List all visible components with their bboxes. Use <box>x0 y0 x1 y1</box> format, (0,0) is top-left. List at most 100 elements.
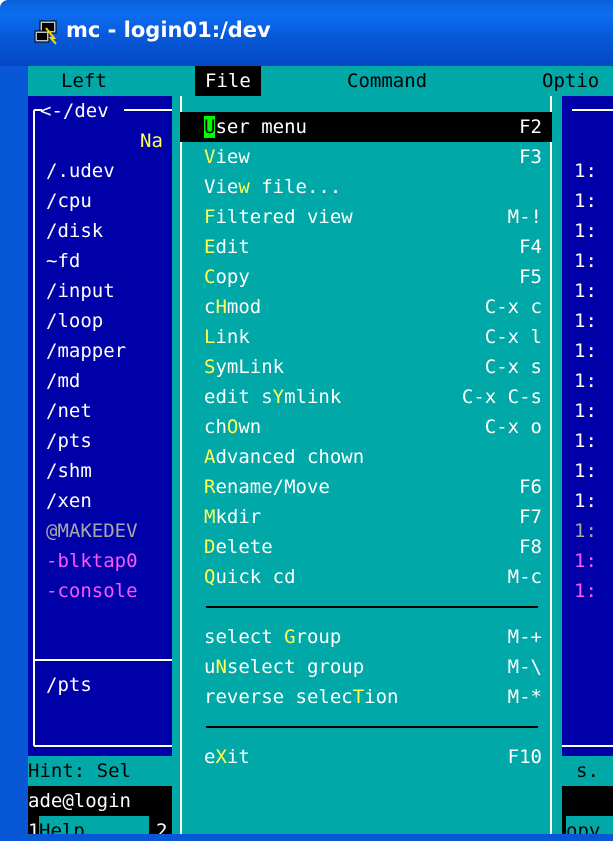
menu-left[interactable]: Left <box>61 66 107 96</box>
right-panel-entry[interactable]: 1: <box>574 396 597 426</box>
menu-item-label-post: ion <box>364 686 399 708</box>
menu-item-shortcut: F7 <box>519 506 542 528</box>
menu-item-symlink[interactable]: SymLink C-x s <box>180 352 552 382</box>
menu-item-shortcut: F4 <box>519 236 542 258</box>
file-entry[interactable]: /disk <box>46 216 103 246</box>
menu-item-edit-symlink[interactable]: edit sYmlink C-x C-s <box>180 382 552 412</box>
fkey-copy[interactable]: opy <box>566 816 613 834</box>
menu-item-hotkey: Y <box>272 386 285 408</box>
menu-item-label: Copy <box>204 262 250 292</box>
menu-item-hotkey: X <box>215 746 227 768</box>
menu-item-shortcut: M-* <box>507 686 542 708</box>
fkey-2-num: 2 <box>156 820 168 834</box>
menu-item-chmod[interactable]: cHmod C-x c <box>180 292 552 322</box>
title-bar[interactable]: mc - login01:/dev <box>0 0 613 66</box>
right-panel-entry[interactable]: 1: <box>574 216 597 246</box>
menu-item-shortcut: F10 <box>507 746 542 768</box>
right-panel-entry[interactable]: 1: <box>574 546 597 576</box>
menu-item-copy[interactable]: Copy F5 <box>180 262 552 292</box>
menu-options[interactable]: Optio <box>542 66 599 96</box>
menu-item-mkdir[interactable]: Mkdir F7 <box>180 502 552 532</box>
right-panel-entry[interactable]: 1: <box>574 276 597 306</box>
file-entry[interactable]: @MAKEDEV <box>46 516 138 546</box>
menu-item-hotkey: Q <box>204 566 216 588</box>
menu-item-hotkey: T <box>352 686 365 708</box>
right-panel-entry[interactable]: 1: <box>574 186 597 216</box>
menu-item-user-menu[interactable]: User menu F2 <box>180 112 552 142</box>
menu-item-filtered-view[interactable]: Filtered view M-! <box>180 202 552 232</box>
right-panel-entry[interactable]: 1: <box>574 306 597 336</box>
file-entry[interactable]: -console <box>46 576 138 606</box>
menu-item-label: User menu <box>204 112 307 142</box>
right-panel-entry[interactable]: 1: <box>574 426 597 456</box>
menu-item-label-post: ser menu <box>215 116 307 138</box>
file-menu-dropdown: User menu F2 View F3 View file... Filtered vi… <box>172 96 562 834</box>
menu-item-label: select Group <box>204 622 341 652</box>
current-path: <-/dev <box>40 100 109 122</box>
menu-item-reverse-selection[interactable]: reverse selecTion M-* <box>180 682 552 712</box>
fkey-1-help[interactable]: Help <box>39 816 149 834</box>
command-line[interactable]: ade@login <box>28 786 131 816</box>
menu-item-label-post: dvanced chown <box>215 446 365 468</box>
menu-item-hotkey: N <box>215 656 227 678</box>
menu-item-label-post: mod <box>226 296 262 318</box>
file-entry[interactable]: /mapper <box>46 336 126 366</box>
menu-item-exit[interactable]: eXit F10 <box>180 742 552 772</box>
column-header-name[interactable]: Na <box>140 126 163 156</box>
menu-item-shortcut: C-x o <box>484 416 542 438</box>
right-panel-entry[interactable]: 1: <box>574 456 597 486</box>
menu-item-quick-cd[interactable]: Quick cd M-c <box>180 562 552 592</box>
file-entry[interactable]: /shm <box>46 456 92 486</box>
file-entry[interactable]: /.udev <box>46 156 115 186</box>
right-panel-entry[interactable]: 1: <box>574 156 597 186</box>
menu-item-hotkey: G <box>284 626 296 648</box>
file-entry[interactable]: /cpu <box>46 186 92 216</box>
right-panel-entry[interactable]: 1: <box>574 246 597 276</box>
menu-item-view[interactable]: View F3 <box>180 142 552 172</box>
file-entry[interactable]: /loop <box>46 306 103 336</box>
menu-item-delete[interactable]: Delete F8 <box>180 532 552 562</box>
menu-command[interactable]: Command <box>347 66 427 96</box>
menu-item-view-file[interactable]: View file... <box>180 172 552 202</box>
menu-item-label-post: opy <box>215 266 250 288</box>
menu-item-link[interactable]: Link C-x l <box>180 322 552 352</box>
menu-item-hotkey: E <box>204 236 216 258</box>
file-entry[interactable]: ~fd <box>46 246 80 276</box>
menu-item-label: Delete <box>204 532 273 562</box>
menu-item-edit[interactable]: Edit F4 <box>180 232 552 262</box>
menu-item-hotkey: D <box>204 536 216 558</box>
menu-item-hotkey: H <box>215 296 227 318</box>
menu-item-advanced-chown[interactable]: Advanced chown <box>180 442 552 472</box>
file-entry[interactable]: /net <box>46 396 92 426</box>
menu-item-rename-move[interactable]: Rename/Move F6 <box>180 472 552 502</box>
file-entry[interactable]: /pts <box>46 426 92 456</box>
right-panel-entry[interactable]: 1: <box>574 576 597 606</box>
menu-item-label-post: iew <box>215 146 250 168</box>
file-entry[interactable]: /input <box>46 276 115 306</box>
file-entry[interactable]: -blktap0 <box>46 546 138 576</box>
menu-item-label-pre: reverse selec <box>204 686 353 708</box>
menu-item-chown[interactable]: chOwn C-x o <box>180 412 552 442</box>
file-entry[interactable]: /xen <box>46 486 92 516</box>
menu-item-label-post: roup <box>295 626 342 648</box>
right-panel-entry[interactable]: 1: <box>574 366 597 396</box>
menu-item-hotkey: L <box>204 326 216 348</box>
menu-file[interactable]: File <box>195 66 261 96</box>
menu-item-hotkey: M <box>204 506 216 528</box>
right-panel-entry[interactable]: 1: <box>574 336 597 366</box>
menu-item-label-post: ymLink <box>215 356 285 378</box>
menu-item-label: cHmod <box>204 292 261 322</box>
right-panel-entry[interactable]: 1: <box>574 486 597 516</box>
putty-terminal-icon <box>34 20 57 45</box>
menu-item-label: View file... <box>204 172 341 202</box>
mc-terminal[interactable]: Left File Command Optio <-/dev Na /.udev… <box>28 66 613 834</box>
file-entry[interactable]: /md <box>46 366 80 396</box>
menu-item-select-group[interactable]: select Group M-+ <box>180 622 552 652</box>
menu-item-shortcut: C-x c <box>484 296 542 318</box>
right-panel-entry[interactable]: 1: <box>574 516 597 546</box>
menu-item-label: Mkdir <box>204 502 261 532</box>
menu-item-shortcut: F2 <box>519 116 542 138</box>
menu-item-label-post: mlink <box>284 386 342 408</box>
menu-item-label: uNselect group <box>204 652 364 682</box>
menu-item-unselect-group[interactable]: uNselect group M-\ <box>180 652 552 682</box>
